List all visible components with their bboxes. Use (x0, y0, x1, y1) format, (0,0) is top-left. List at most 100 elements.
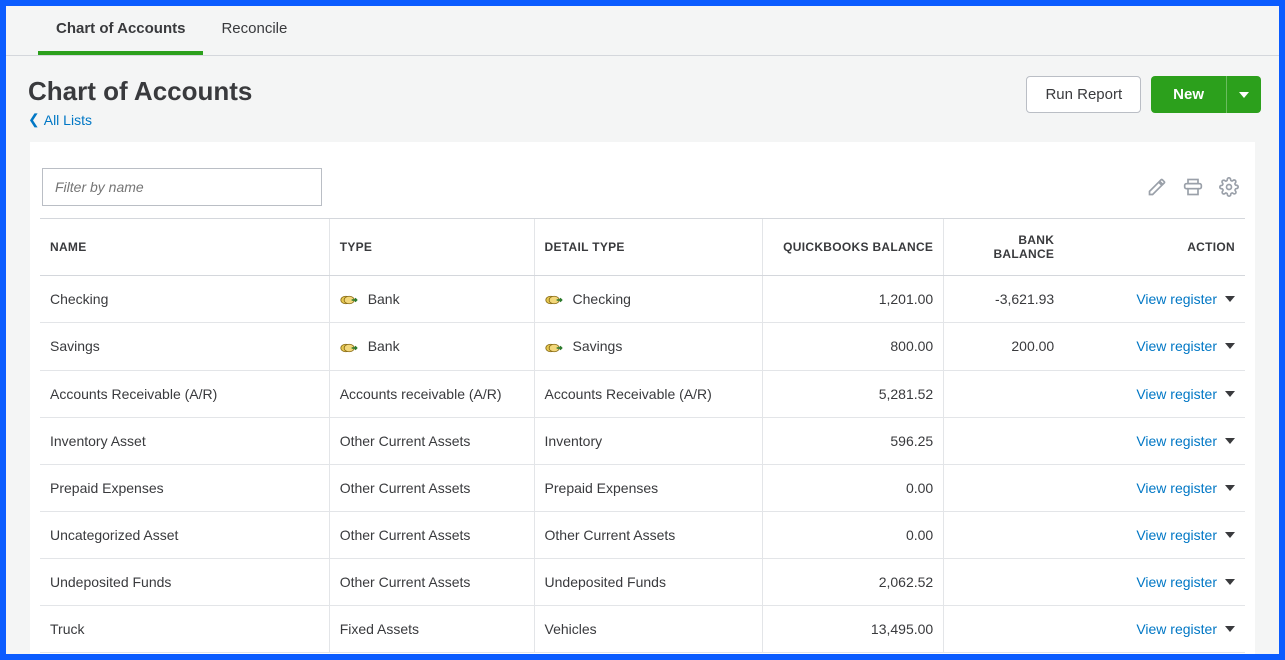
type-text: Other Current Assets (340, 480, 471, 496)
cell-type: Bank (329, 323, 534, 370)
view-register-link[interactable]: View register (1136, 621, 1235, 637)
table-row: Uncategorized AssetOther Current AssetsO… (40, 511, 1245, 558)
coins-icon (545, 293, 565, 307)
cell-detail: Accounts Receivable (A/R) (534, 370, 763, 417)
action-label: View register (1136, 338, 1217, 354)
table-icon-group (1147, 177, 1239, 197)
view-register-link[interactable]: View register (1136, 527, 1235, 543)
caret-down-icon[interactable] (1225, 438, 1235, 444)
cell-name[interactable]: Checking (40, 276, 329, 323)
col-bank-balance[interactable]: BANK BALANCE (944, 219, 1065, 276)
gear-icon[interactable] (1219, 177, 1239, 197)
cell-qb-balance: 0.00 (763, 511, 944, 558)
cell-name[interactable]: Prepaid Expenses (40, 464, 329, 511)
cell-detail: Undeposited Funds (534, 558, 763, 605)
cell-action: View register (1064, 464, 1245, 511)
cell-bank-balance (944, 511, 1065, 558)
type-text: Bank (368, 338, 400, 354)
cell-bank-balance: -3,621.93 (944, 276, 1065, 323)
cell-detail: Prepaid Expenses (534, 464, 763, 511)
cell-bank-balance (944, 464, 1065, 511)
caret-down-icon[interactable] (1225, 343, 1235, 349)
cell-qb-balance: 800.00 (763, 323, 944, 370)
cell-detail: Inventory (534, 417, 763, 464)
detail-text: Prepaid Expenses (545, 480, 659, 496)
cell-type: Other Current Assets (329, 417, 534, 464)
cell-bank-balance (944, 370, 1065, 417)
cell-qb-balance: 0.00 (763, 464, 944, 511)
view-register-link[interactable]: View register (1136, 291, 1235, 307)
col-type[interactable]: TYPE (329, 219, 534, 276)
cell-detail: Checking (534, 276, 763, 323)
view-register-link[interactable]: View register (1136, 338, 1235, 354)
action-label: View register (1136, 527, 1217, 543)
cell-detail: Savings (534, 323, 763, 370)
action-label: View register (1136, 574, 1217, 590)
page-header: Chart of Accounts ❮ All Lists Run Report… (6, 56, 1279, 136)
cell-detail: Other Current Assets (534, 511, 763, 558)
view-register-link[interactable]: View register (1136, 480, 1235, 496)
caret-down-icon[interactable] (1225, 485, 1235, 491)
cell-type: Other Current Assets (329, 464, 534, 511)
cell-name[interactable]: Inventory Asset (40, 417, 329, 464)
page-title: Chart of Accounts (28, 76, 252, 107)
table-row: SavingsBankSavings800.00200.00View regis… (40, 323, 1245, 370)
tab-chart-of-accounts[interactable]: Chart of Accounts (38, 6, 203, 55)
tabs-bar: Chart of Accounts Reconcile (6, 6, 1279, 56)
cell-name[interactable]: Undeposited Funds (40, 558, 329, 605)
caret-down-icon[interactable] (1225, 532, 1235, 538)
cell-action: View register (1064, 417, 1245, 464)
new-dropdown-button[interactable] (1226, 76, 1261, 113)
caret-down-icon (1239, 92, 1249, 98)
cell-action: View register (1064, 323, 1245, 370)
tab-reconcile[interactable]: Reconcile (203, 6, 305, 55)
cell-action: View register (1064, 276, 1245, 323)
cell-name[interactable]: Truck (40, 605, 329, 652)
filter-input[interactable] (42, 168, 322, 206)
view-register-link[interactable]: View register (1136, 433, 1235, 449)
type-text: Accounts receivable (A/R) (340, 386, 502, 402)
view-register-link[interactable]: View register (1136, 386, 1235, 402)
col-name[interactable]: NAME (40, 219, 329, 276)
print-icon[interactable] (1183, 177, 1203, 197)
cell-qb-balance: 1,201.00 (763, 276, 944, 323)
table-row: Prepaid Expenses Other Current Assets Prep… (40, 464, 1245, 511)
cell-qb-balance: 2,062.52 (763, 558, 944, 605)
table-row: Checking Bank Checking 1,201.00-3,621.93 Vie… (40, 276, 1245, 323)
detail-text: Checking (573, 291, 631, 307)
cell-bank-balance (944, 417, 1065, 464)
cell-name[interactable]: Accounts Receivable (A/R) (40, 370, 329, 417)
type-text: Bank (368, 291, 400, 307)
cell-type: Fixed Assets (329, 605, 534, 652)
detail-text: Accounts Receivable (A/R) (545, 386, 712, 402)
breadcrumb-label: All Lists (44, 112, 92, 128)
cell-qb-balance: 5,281.52 (763, 370, 944, 417)
cell-action: View register (1064, 370, 1245, 417)
cell-type: Other Current Assets (329, 558, 534, 605)
detail-text: Undeposited Funds (545, 574, 666, 590)
caret-down-icon[interactable] (1225, 391, 1235, 397)
pencil-icon[interactable] (1147, 177, 1167, 197)
run-report-button[interactable]: Run Report (1026, 76, 1141, 113)
caret-down-icon[interactable] (1225, 626, 1235, 632)
new-button[interactable]: New (1151, 76, 1226, 113)
view-register-link[interactable]: View register (1136, 574, 1235, 590)
action-label: View register (1136, 433, 1217, 449)
header-actions: Run Report New (1026, 76, 1261, 113)
cell-qb-balance: 13,495.00 (763, 605, 944, 652)
table-header-row: NAME TYPE DETAIL TYPE QUICKBOOKS BALANCE… (40, 219, 1245, 276)
cell-type: Accounts receivable (A/R) (329, 370, 534, 417)
detail-text: Vehicles (545, 621, 597, 637)
coins-icon (340, 293, 360, 307)
table-row: Inventory AssetOther Current AssetsInven… (40, 417, 1245, 464)
col-qb-balance[interactable]: QUICKBOOKS BALANCE (763, 219, 944, 276)
caret-down-icon[interactable] (1225, 296, 1235, 302)
col-detail-type[interactable]: DETAIL TYPE (534, 219, 763, 276)
cell-name[interactable]: Savings (40, 323, 329, 370)
breadcrumb-all-lists[interactable]: ❮ All Lists (28, 111, 252, 128)
caret-down-icon[interactable] (1225, 579, 1235, 585)
app-frame: Chart of Accounts Reconcile Chart of Acc… (6, 6, 1279, 654)
new-button-group: New (1151, 76, 1261, 113)
cell-type: Bank (329, 276, 534, 323)
cell-name[interactable]: Uncategorized Asset (40, 511, 329, 558)
